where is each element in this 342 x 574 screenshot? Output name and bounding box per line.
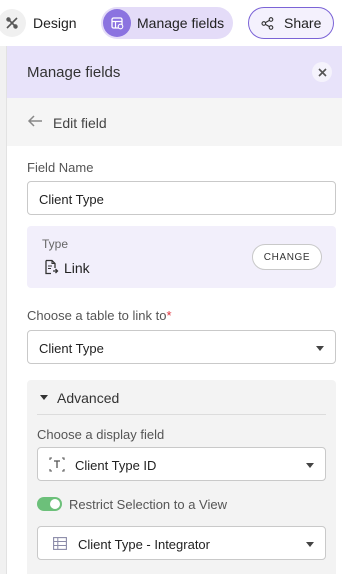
left-edge-strip: [0, 46, 7, 574]
edit-field-label: Edit field: [53, 115, 107, 131]
restrict-view-label: Restrict Selection to a View: [69, 497, 227, 512]
link-table-label-text: Choose a table to link to: [27, 308, 167, 323]
manage-fields-button[interactable]: Manage fields: [101, 7, 233, 39]
text-type-icon: [49, 457, 65, 472]
panel-title: Manage fields: [27, 64, 121, 81]
restrict-view-toggle[interactable]: [37, 497, 62, 511]
field-type-box: Type Link CHANGE: [27, 226, 336, 288]
link-table-label: Choose a table to link to*: [27, 308, 172, 323]
display-field-value: Client Type ID: [75, 458, 157, 473]
divider: [37, 414, 326, 415]
design-label: Design: [33, 15, 77, 31]
advanced-label[interactable]: Advanced: [57, 390, 119, 406]
view-select[interactable]: Client Type - Integrator: [37, 526, 326, 560]
link-table-select[interactable]: Client Type: [27, 330, 336, 364]
edit-field-bar: Edit field: [7, 98, 342, 146]
grid-view-icon: [53, 537, 67, 550]
view-value: Client Type - Integrator: [78, 537, 210, 552]
panel-header: Manage fields: [7, 46, 342, 98]
field-name-value: Client Type: [39, 192, 104, 207]
required-mark: *: [166, 308, 172, 323]
back-arrow-icon[interactable]: [27, 114, 43, 128]
chevron-down-icon: [306, 463, 314, 468]
change-type-label: CHANGE: [263, 251, 311, 263]
chevron-down-icon: [316, 346, 324, 351]
change-type-button[interactable]: CHANGE: [252, 244, 322, 270]
field-name-label: Field Name: [27, 160, 94, 175]
collapse-caret-icon[interactable]: [40, 395, 48, 400]
share-label: Share: [284, 15, 322, 31]
design-button[interactable]: Design: [0, 7, 77, 39]
close-icon[interactable]: [312, 62, 332, 82]
share-icon: [261, 16, 274, 30]
type-value: Link: [64, 260, 90, 276]
display-field-select[interactable]: Client Type ID: [37, 447, 326, 481]
type-label: Type: [42, 237, 69, 251]
advanced-section: Advanced Choose a display field Client T…: [27, 380, 336, 574]
manage-fields-icon: [103, 9, 131, 37]
display-field-label: Choose a display field: [37, 427, 165, 442]
share-button[interactable]: Share: [248, 7, 334, 39]
design-tools-icon: [0, 9, 26, 37]
top-toolbar: Design Manage fields Share: [0, 0, 342, 46]
chevron-down-icon: [306, 542, 314, 547]
manage-fields-panel: Manage fields Edit field Field Name Clie…: [7, 46, 342, 574]
field-name-input[interactable]: Client Type: [27, 181, 336, 215]
manage-fields-label: Manage fields: [137, 15, 225, 31]
link-document-icon: [43, 259, 59, 275]
link-table-value: Client Type: [39, 341, 104, 356]
